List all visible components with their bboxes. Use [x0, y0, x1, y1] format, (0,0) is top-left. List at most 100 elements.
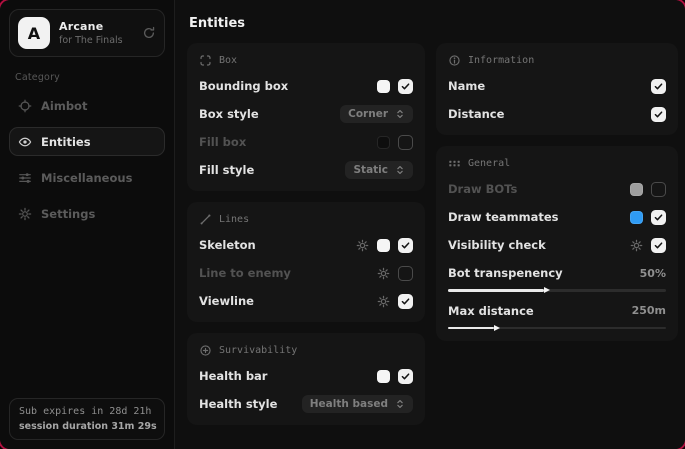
row-name: Name: [448, 77, 666, 95]
slider-fill: [448, 327, 494, 330]
brand-title: Arcane: [59, 20, 133, 33]
panel-lines: Lines Skeleton Line to enemy: [187, 202, 425, 322]
sidebar-item-entities[interactable]: Entities: [9, 127, 165, 156]
panel-information: Information Name Distance: [436, 43, 678, 135]
max-distance-slider[interactable]: [448, 327, 666, 330]
check-icon: [653, 212, 664, 223]
sidebar-item-label: Entities: [41, 135, 91, 149]
box-brackets-icon: [199, 54, 212, 67]
row-label: Health bar: [199, 369, 267, 383]
panel-title: Information: [468, 55, 534, 66]
row-label: Max distance: [448, 304, 534, 318]
sliders-icon: [18, 171, 32, 185]
gear-icon: [18, 207, 32, 221]
row-label: Fill style: [199, 163, 254, 177]
row-label: Box style: [199, 107, 259, 121]
check-icon: [653, 240, 664, 251]
skeleton-color-swatch[interactable]: [377, 239, 390, 252]
logo-letter: A: [28, 24, 40, 43]
row-label: Name: [448, 79, 485, 93]
max-distance-group: Max distance 250m: [448, 302, 666, 330]
bounding-box-checkbox[interactable]: [398, 79, 413, 94]
entities-icon: [18, 135, 32, 149]
app-window: A Arcane for The Finals Category Aimbot …: [0, 0, 685, 449]
visibility-settings-gear-icon[interactable]: [630, 239, 643, 252]
bot-transparency-slider[interactable]: [448, 289, 666, 292]
row-label: Line to enemy: [199, 266, 291, 280]
row-line-to-enemy: Line to enemy: [199, 264, 413, 282]
health-bar-checkbox[interactable]: [398, 369, 413, 384]
panel-box-header: Box: [199, 54, 413, 67]
chevron-updown-icon: [395, 399, 405, 409]
survivability-icon: [199, 344, 212, 357]
row-health-style: Health style Health based: [199, 395, 413, 413]
row-label: Fill box: [199, 135, 246, 149]
sidebar-item-miscellaneous[interactable]: Miscellaneous: [9, 163, 165, 192]
fill-box-checkbox[interactable]: [398, 135, 413, 150]
panel-general-header: General: [448, 157, 666, 170]
right-column: Information Name Distance: [436, 43, 678, 341]
row-label: Distance: [448, 107, 504, 121]
line-to-enemy-checkbox[interactable]: [398, 266, 413, 281]
bot-transparency-value: 50%: [640, 267, 666, 280]
name-checkbox[interactable]: [651, 79, 666, 94]
main-content: Entities Box Bounding box: [175, 0, 685, 449]
sidebar-item-label: Aimbot: [41, 99, 87, 113]
sidebar-item-aimbot[interactable]: Aimbot: [9, 91, 165, 120]
skeleton-settings-gear-icon[interactable]: [356, 239, 369, 252]
sub-expires-text: Sub expires in 28d 21h: [19, 406, 155, 417]
check-icon: [653, 81, 664, 92]
panel-title: General: [468, 158, 510, 169]
health-style-dropdown[interactable]: Health based: [302, 395, 413, 413]
fill-box-color-swatch[interactable]: [377, 136, 390, 149]
row-label: Visibility check: [448, 238, 546, 252]
sidebar: A Arcane for The Finals Category Aimbot …: [0, 0, 175, 449]
bounding-box-color-swatch[interactable]: [377, 80, 390, 93]
brand-text: Arcane for The Finals: [59, 20, 133, 46]
fill-style-dropdown[interactable]: Static: [345, 161, 413, 179]
chevron-updown-icon: [395, 165, 405, 175]
box-style-dropdown[interactable]: Corner: [340, 105, 413, 123]
category-label: Category: [15, 72, 165, 83]
panel-box: Box Bounding box Box style Corner: [187, 43, 425, 191]
row-label: Draw teammates: [448, 210, 559, 224]
row-label: Viewline: [199, 294, 254, 308]
panel-title: Box: [219, 55, 237, 66]
dropdown-value: Health based: [310, 398, 388, 410]
chevron-updown-icon: [395, 109, 405, 119]
row-distance: Distance: [448, 105, 666, 123]
brand-subtitle: for The Finals: [59, 35, 133, 46]
bot-transparency-group: Bot transpenency 50%: [448, 264, 666, 292]
skeleton-checkbox[interactable]: [398, 238, 413, 253]
check-icon: [400, 371, 411, 382]
row-viewline: Viewline: [199, 292, 413, 310]
line-to-enemy-settings-gear-icon[interactable]: [377, 267, 390, 280]
sidebar-item-label: Miscellaneous: [41, 171, 132, 185]
draw-teammates-checkbox[interactable]: [651, 210, 666, 225]
draw-bots-checkbox[interactable]: [651, 182, 666, 197]
left-column: Box Bounding box Box style Corner: [187, 43, 425, 425]
dropdown-value: Static: [353, 164, 388, 176]
row-label: Health style: [199, 397, 277, 411]
refresh-icon[interactable]: [142, 26, 156, 40]
panel-title: Lines: [219, 214, 249, 225]
draw-teammates-color-swatch[interactable]: [630, 211, 643, 224]
max-distance-value: 250m: [632, 304, 666, 317]
visibility-check-checkbox[interactable]: [651, 238, 666, 253]
panel-survivability: Survivability Health bar Health style He…: [187, 333, 425, 425]
viewline-settings-gear-icon[interactable]: [377, 295, 390, 308]
health-bar-color-swatch[interactable]: [377, 370, 390, 383]
draw-bots-color-swatch[interactable]: [630, 183, 643, 196]
distance-checkbox[interactable]: [651, 107, 666, 122]
panel-information-header: Information: [448, 54, 666, 67]
viewline-checkbox[interactable]: [398, 294, 413, 309]
dropdown-value: Corner: [348, 108, 388, 120]
panel-lines-header: Lines: [199, 213, 413, 226]
check-icon: [653, 109, 664, 120]
sidebar-item-settings[interactable]: Settings: [9, 199, 165, 228]
row-label: Skeleton: [199, 238, 256, 252]
check-icon: [400, 296, 411, 307]
row-fill-style: Fill style Static: [199, 161, 413, 179]
row-bot-transparency: Bot transpenency 50%: [448, 264, 666, 282]
row-skeleton: Skeleton: [199, 236, 413, 254]
